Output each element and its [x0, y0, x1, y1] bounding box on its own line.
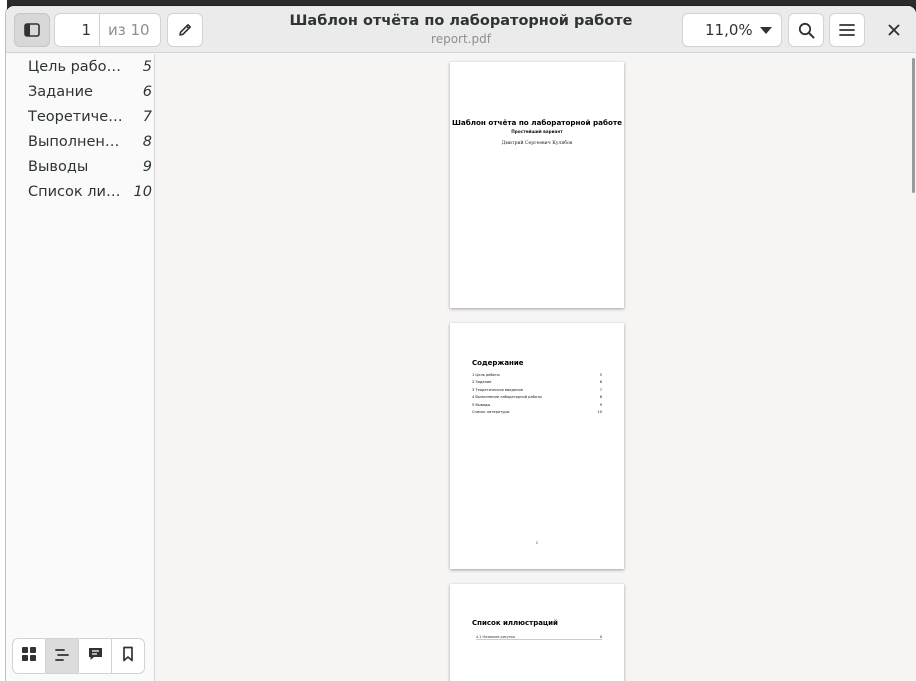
outline-item-page: 7 — [142, 109, 152, 125]
annotate-button[interactable] — [167, 13, 203, 47]
chevron-down-icon — [760, 27, 772, 34]
outline-item-page: 5 — [142, 59, 152, 75]
outline-item-label: Теоретическое введение — [28, 109, 126, 125]
contents-entry: Список литературы 10 — [472, 410, 602, 414]
contents-heading: Содержание — [472, 359, 524, 367]
document-view[interactable]: Шаблон отчёта по лабораторной работе Про… — [155, 54, 916, 681]
sidebar-view-switcher — [12, 638, 145, 674]
current-page-input[interactable]: 1 — [55, 14, 100, 46]
page-number-entry[interactable]: 1 из 10 — [54, 13, 161, 47]
grid-icon — [21, 646, 37, 666]
search-icon — [798, 22, 815, 39]
bookmarks-tab[interactable] — [111, 638, 145, 674]
outline-item-label: Выполнение лабораторной работы — [28, 134, 126, 150]
sidebar-outline-panel: Цель работы 5 Задание 6 Теоретическое вв… — [6, 54, 155, 681]
outline-item-label: Цель работы — [28, 59, 126, 75]
window-subtitle: report.pdf — [431, 32, 491, 46]
outline-item-label: Задание — [28, 84, 93, 100]
window-title: Шаблон отчёта по лабораторной работе — [289, 13, 633, 29]
zoom-dropdown[interactable]: 11,0% — [682, 13, 782, 47]
outline-item-page: 10 — [133, 184, 152, 200]
close-window-button[interactable] — [877, 13, 911, 47]
outline-item[interactable]: Цель работы 5 — [28, 56, 152, 78]
sidebar-icon — [24, 23, 40, 37]
sidebar-toggle-button[interactable] — [14, 13, 50, 47]
document-author: Дмитрий Сергеевич Кулябов — [501, 141, 573, 146]
outline-item[interactable]: Теоретическое введение 7 — [28, 106, 152, 128]
outline-item[interactable]: Список литературы 10 — [28, 181, 152, 203]
document-viewer-window: 1 из 10 Шаблон отчёта по лабораторной ра… — [6, 6, 916, 681]
outline-item-page: 6 — [142, 84, 152, 100]
outline-list-icon — [54, 647, 70, 666]
pencil-icon — [177, 22, 193, 38]
comment-icon — [87, 646, 104, 666]
contents-entry: 3 Теоретическое введение 7 — [472, 388, 602, 392]
outline-item-label: Список литературы — [28, 184, 126, 200]
annotations-tab[interactable] — [78, 638, 112, 674]
outline-item[interactable]: Выполнение лабораторной работы 8 — [28, 131, 152, 153]
contents-entry: 5 Выводы 9 — [472, 403, 602, 407]
outline-item[interactable]: Задание 6 — [28, 81, 152, 103]
outline-tab[interactable] — [45, 638, 79, 674]
vertical-scrollbar[interactable] — [912, 58, 915, 193]
page-thumbnail-1[interactable]: Шаблон отчёта по лабораторной работе Про… — [450, 62, 624, 308]
page-thumbnail-2[interactable]: Содержание 1 Цель работы 5 2 Задание 6 3 Т… — [450, 323, 624, 569]
illustration-entry: 4.1 Название рисунка 8 — [476, 635, 602, 640]
contents-entry: 2 Задание 6 — [472, 380, 602, 384]
page-thumbnail-3[interactable]: Список иллюстраций 4.1 Название рисунка 8 — [450, 584, 624, 681]
outline-item-page: 9 — [142, 159, 152, 175]
document-subtitle: Простейший вариант — [511, 129, 563, 134]
contents-entry: 4 Выполнение лабораторной работы 8 — [472, 395, 602, 399]
total-pages-label: из 10 — [108, 21, 150, 39]
search-button[interactable] — [788, 13, 824, 47]
outline-item-page: 8 — [142, 134, 152, 150]
main-menu-button[interactable] — [829, 13, 865, 47]
page-number: 2 — [535, 541, 539, 545]
illustrations-heading: Список иллюстраций — [472, 619, 558, 627]
zoom-value: 11,0% — [705, 21, 753, 39]
outline-item[interactable]: Выводы 9 — [28, 156, 152, 178]
close-icon — [888, 24, 900, 36]
thumbnails-tab[interactable] — [12, 638, 46, 674]
bookmark-icon — [121, 646, 135, 666]
contents-entry: 1 Цель работы 5 — [472, 373, 602, 377]
hamburger-menu-icon — [839, 23, 855, 37]
outline-item-label: Выводы — [28, 159, 89, 175]
document-title: Шаблон отчёта по лабораторной работе — [451, 118, 622, 127]
header-bar: 1 из 10 Шаблон отчёта по лабораторной ра… — [6, 6, 916, 53]
